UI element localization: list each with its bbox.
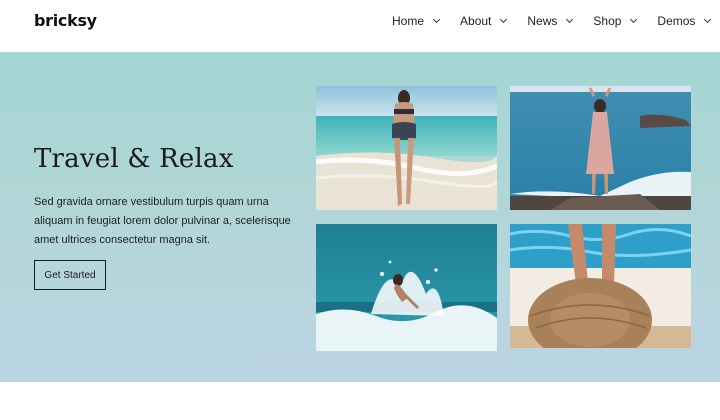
nav-item-shop[interactable]: Shop bbox=[593, 14, 638, 28]
nav-item-demos[interactable]: Demos bbox=[657, 14, 712, 28]
chevron-down-icon[interactable] bbox=[432, 15, 441, 24]
site-logo[interactable]: bricksy bbox=[34, 11, 97, 30]
chevron-down-icon[interactable] bbox=[566, 15, 574, 24]
hero-description: Sed gravida ornare vestibulum turpis qua… bbox=[34, 196, 291, 246]
nav-item-about[interactable]: About bbox=[460, 14, 508, 28]
nav-item-home[interactable]: Home bbox=[392, 14, 441, 28]
nav-item-label: About bbox=[460, 14, 492, 28]
chevron-down-icon[interactable] bbox=[704, 15, 712, 24]
nav-item-news[interactable]: News bbox=[527, 14, 574, 28]
chevron-down-icon[interactable] bbox=[500, 15, 508, 24]
nav-item-label: Demos bbox=[657, 14, 696, 28]
nav-item-label: Shop bbox=[593, 14, 622, 28]
nav-item-label: News bbox=[527, 14, 558, 28]
page-bottom-area bbox=[0, 382, 720, 420]
main-nav: Home About News Shop Demos bbox=[392, 14, 712, 28]
poolside-hat-photo bbox=[510, 224, 691, 348]
hero-section: Travel & Relax Sed gravida ornare vestib… bbox=[0, 52, 720, 382]
hero-title: Travel & Relax bbox=[34, 144, 234, 174]
sea-rocks-photo bbox=[510, 86, 691, 210]
get-started-button[interactable]: Get Started bbox=[34, 260, 106, 290]
site-header: bricksy Home About News Shop Demos bbox=[0, 0, 720, 52]
chevron-down-icon[interactable] bbox=[630, 15, 638, 24]
nav-item-label: Home bbox=[392, 14, 425, 28]
beach-walk-photo bbox=[316, 86, 497, 210]
wave-splash-photo bbox=[316, 224, 497, 351]
